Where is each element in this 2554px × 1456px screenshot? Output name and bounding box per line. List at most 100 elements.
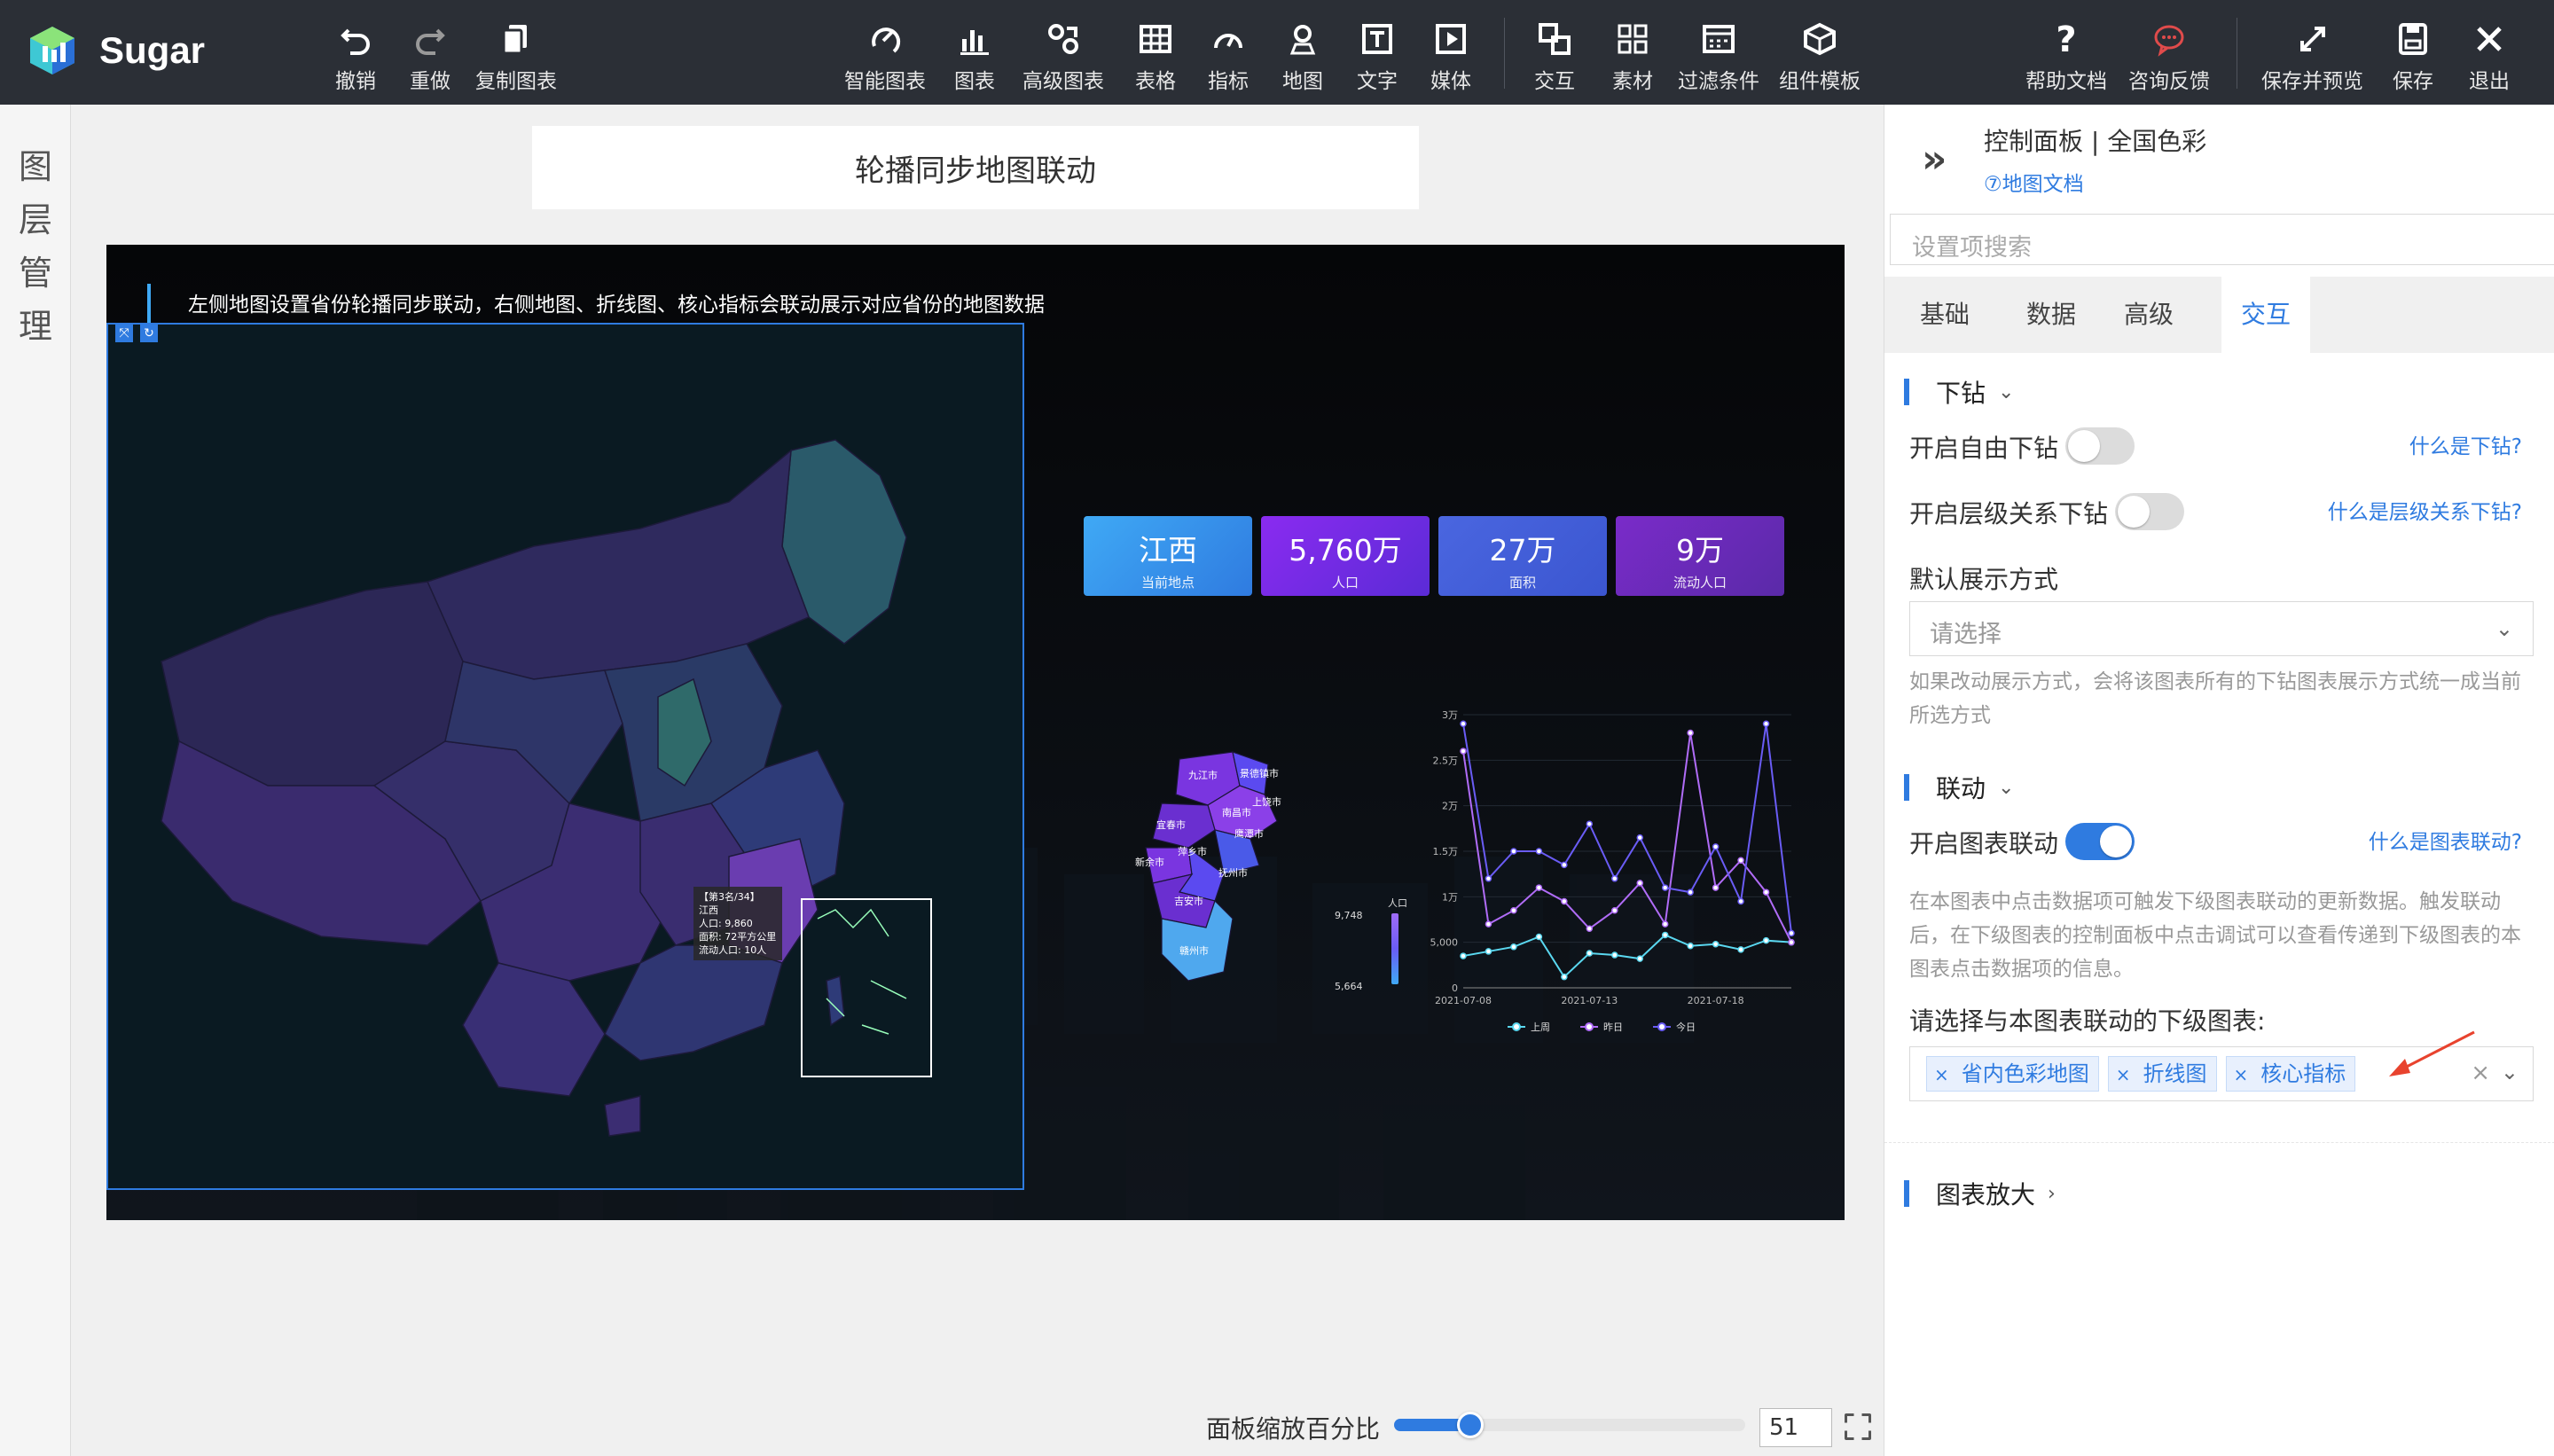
- chart-button[interactable]: 图表: [954, 20, 995, 94]
- default-mode-select[interactable]: 请选择 ⌄: [1909, 601, 2534, 656]
- kpi-card-location[interactable]: 江西 当前地点: [1084, 516, 1252, 596]
- material-button[interactable]: 素材: [1612, 20, 1653, 94]
- data-point: [1762, 720, 1770, 728]
- legend-label: 上周: [1531, 1022, 1550, 1033]
- text-icon: [1362, 24, 1392, 54]
- free-drill-label: 开启自由下钻: [1909, 434, 2059, 463]
- close-icon[interactable]: ×: [1934, 1064, 1949, 1085]
- smart-chart-label: 智能图表: [844, 70, 926, 93]
- data-point: [1460, 952, 1467, 959]
- close-icon[interactable]: ×: [2234, 1064, 2249, 1085]
- chevron-down-icon: ⌄: [1998, 380, 2015, 403]
- y-tick-label: 0: [1452, 982, 1458, 994]
- description-marker: [147, 284, 151, 323]
- text-button[interactable]: 文字: [1357, 20, 1398, 94]
- trend-line-chart[interactable]: 0 5,000 1万 1.5万 2万 2.5万 3万 2021-07-08 2021-07-13…: [1428, 695, 1809, 1068]
- app-logo: Sugar: [25, 23, 205, 78]
- dashboard-canvas[interactable]: 左侧地图设置省份轮播同步联动，右侧地图、折线图、核心指标会联动展示对应省份的地图…: [106, 245, 1845, 1220]
- data-point: [1485, 875, 1492, 882]
- tab-advanced[interactable]: 高级: [2097, 277, 2200, 353]
- media-button[interactable]: 媒体: [1430, 20, 1471, 94]
- inner-mongolia-region: [426, 449, 810, 680]
- tooltip-flow: 流动人口: 10人: [699, 944, 767, 956]
- default-mode-hint: 如果改动展示方式，会将该图表所有的下钻图表展示方式统一成当前所选方式: [1909, 670, 2521, 727]
- data-point: [1636, 955, 1643, 962]
- help-doc-button[interactable]: ? 帮助文档: [2025, 20, 2107, 94]
- data-point: [1762, 936, 1770, 944]
- save-button[interactable]: 保存: [2393, 20, 2433, 94]
- free-drill-help-link[interactable]: 什么是下钻?: [2409, 429, 2522, 459]
- chart-linkage-help-link[interactable]: 什么是图表联动?: [2369, 825, 2522, 855]
- kpi-card-floating[interactable]: 9万 流动人口: [1616, 516, 1784, 596]
- map-doc-link[interactable]: ⑦地图文档: [1984, 167, 2084, 197]
- save-preview-button[interactable]: 保存并预览: [2261, 20, 2363, 94]
- panel-title-text: 轮播同步地图联动: [855, 153, 1096, 189]
- filter-button[interactable]: 过滤条件: [1678, 20, 1759, 94]
- data-point: [1661, 884, 1669, 891]
- map-pin-icon: [1289, 25, 1316, 55]
- collapse-panel-icon[interactable]: »: [1922, 137, 1947, 182]
- kpi-label: 人口: [1331, 575, 1359, 591]
- advanced-chart-button[interactable]: 高级图表: [1022, 20, 1104, 94]
- kpi-value: 9万: [1676, 533, 1724, 568]
- data-point: [1510, 848, 1517, 855]
- table-icon: [1140, 25, 1171, 53]
- undo-button[interactable]: 撤销: [335, 20, 376, 94]
- linked-chart-tag[interactable]: × 核心指标: [2225, 1056, 2356, 1092]
- component-template-button[interactable]: 组件模板: [1779, 20, 1861, 94]
- chart-zoom-section-header[interactable]: 图表放大 ›: [1904, 1176, 2056, 1211]
- data-point: [1788, 929, 1795, 937]
- linked-charts-label: 请选择与本图表联动的下级图表:: [1909, 1006, 2266, 1036]
- kpi-card-population[interactable]: 5,760万 人口: [1261, 516, 1430, 596]
- data-point: [1586, 950, 1594, 957]
- interaction-button[interactable]: 交互: [1534, 20, 1575, 94]
- linked-chart-tag[interactable]: × 折线图: [2107, 1056, 2217, 1092]
- panel-title[interactable]: 轮播同步地图联动: [532, 126, 1419, 209]
- drill-section-header[interactable]: 下钻 ⌄: [1904, 374, 2014, 410]
- data-point: [1586, 925, 1594, 933]
- legend-gradient[interactable]: [1391, 913, 1398, 984]
- section-divider: [1884, 1142, 2554, 1143]
- tab-basic[interactable]: 基础: [1884, 277, 2005, 353]
- indicator-button[interactable]: 指标: [1208, 20, 1249, 94]
- redo-button[interactable]: 重做: [410, 20, 450, 94]
- smart-chart-button[interactable]: 智能图表: [844, 20, 926, 94]
- tab-interaction[interactable]: 交互: [2221, 277, 2310, 353]
- copy-chart-button[interactable]: 复制图表: [475, 20, 557, 94]
- city-label: 宜春市: [1156, 819, 1186, 831]
- table-button[interactable]: 表格: [1135, 20, 1176, 94]
- map-button[interactable]: 地图: [1282, 20, 1323, 94]
- exit-button[interactable]: 退出: [2469, 20, 2510, 94]
- close-icon[interactable]: ×: [2116, 1064, 2131, 1085]
- level-drill-toggle[interactable]: [2115, 493, 2184, 530]
- free-drill-toggle[interactable]: [2065, 427, 2135, 465]
- zoom-slider[interactable]: [1394, 1412, 1745, 1438]
- layer-panel-title[interactable]: 图层管理: [16, 140, 55, 353]
- material-label: 素材: [1612, 70, 1653, 93]
- svg-text:?: ?: [2056, 20, 2076, 59]
- kpi-card-area[interactable]: 27万 面积: [1438, 516, 1607, 596]
- layer-panel[interactable]: 图层管理: [0, 105, 71, 1456]
- chart-linkage-toggle[interactable]: [2065, 823, 2135, 860]
- china-map[interactable]: [108, 325, 1022, 1188]
- undo-label: 撤销: [335, 70, 376, 93]
- linked-chart-tag[interactable]: × 省内色彩地图: [1926, 1056, 2099, 1092]
- zoom-label: 面板缩放百分比: [1206, 1414, 1381, 1444]
- linkage-section-header[interactable]: 联动 ⌄: [1904, 770, 2014, 805]
- x-tick-label: 2021-07-13: [1561, 995, 1618, 1006]
- media-play-icon: [1436, 24, 1466, 54]
- data-point: [1510, 906, 1517, 914]
- settings-search-input[interactable]: 设置项搜索: [1890, 214, 2554, 265]
- toggle-knob: [2100, 826, 2132, 857]
- feedback-button[interactable]: 咨询反馈: [2128, 20, 2210, 94]
- advanced-chart-icon: [1048, 24, 1078, 54]
- level-drill-help-link[interactable]: 什么是层级关系下钻?: [2328, 495, 2522, 525]
- help-doc-label: 帮助文档: [2025, 70, 2107, 93]
- zoom-value-input[interactable]: 51: [1759, 1408, 1832, 1447]
- tab-data[interactable]: 数据: [2005, 277, 2097, 353]
- legend-min: 5,664: [1335, 981, 1363, 992]
- drill-section-title: 下钻: [1936, 379, 1986, 408]
- x-tick-label: 2021-07-08: [1435, 995, 1492, 1006]
- redo-label: 重做: [410, 70, 450, 93]
- china-map-component[interactable]: ⤧ ↻ 【第3名/34】 江西 人口: 9,860 面积: 72平方公里 流动人…: [106, 323, 1024, 1190]
